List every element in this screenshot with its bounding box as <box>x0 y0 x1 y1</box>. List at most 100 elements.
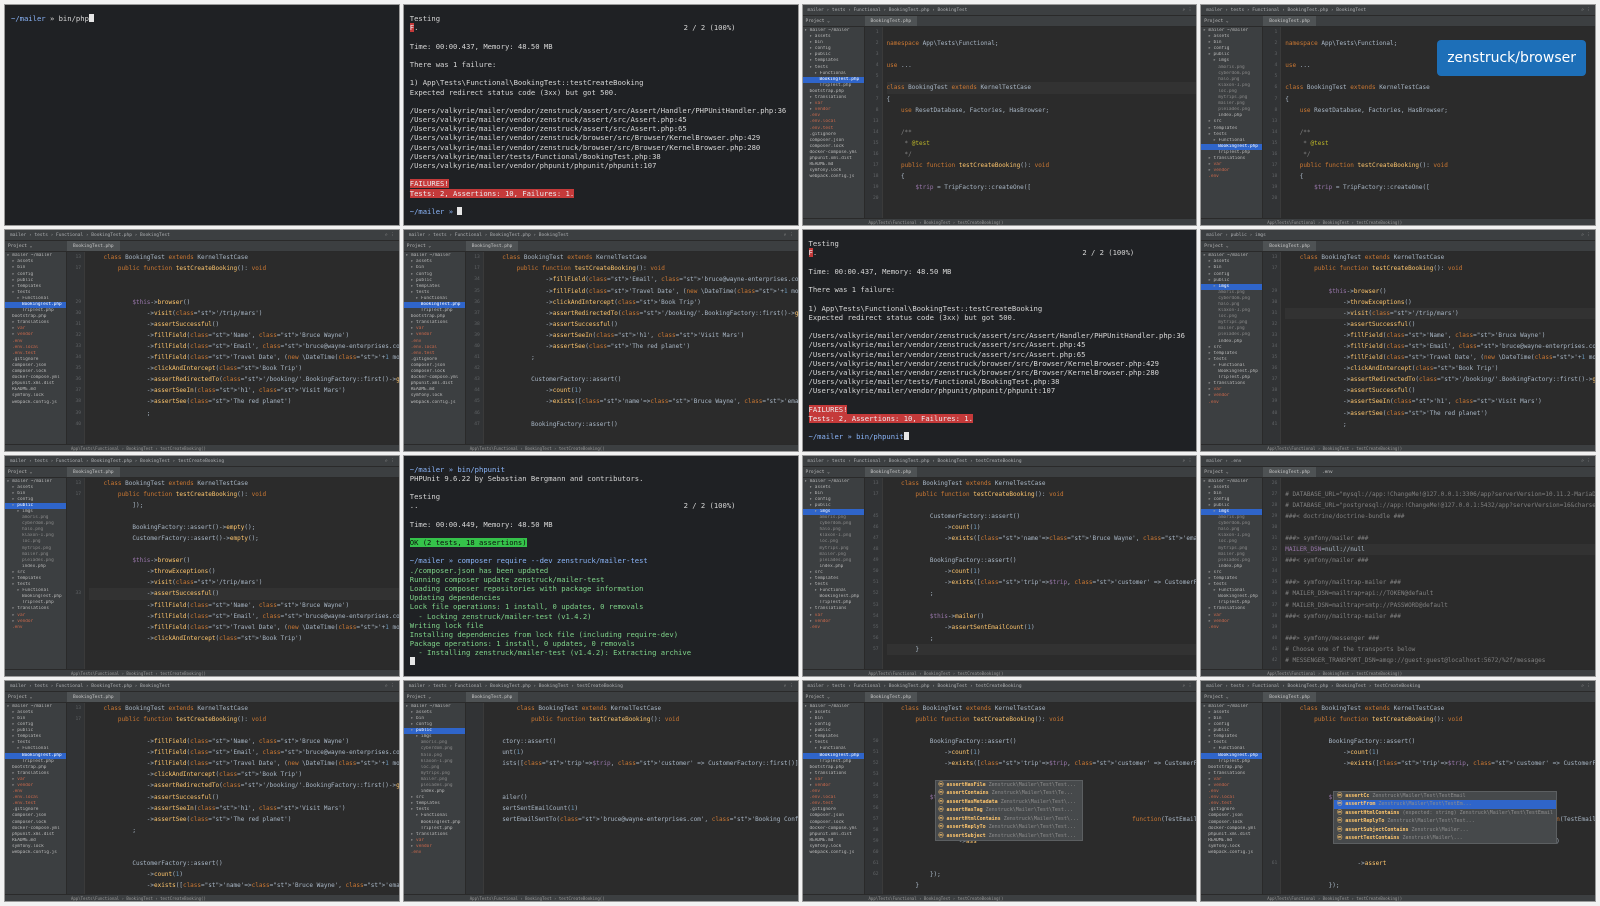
code-line: ->assertSee(class="st">'The red planet') <box>89 815 292 823</box>
video-thumbnail-10[interactable]: ~/mailer » bin/phpunit PHPUnit 9.6.22 by … <box>402 454 799 677</box>
tree-item[interactable]: .env <box>803 625 864 631</box>
tree-item[interactable]: webpack.config.js <box>5 400 66 406</box>
code-editor[interactable]: namespace App\Tests\Functional; use ... … <box>886 27 1197 218</box>
project-panel-header[interactable]: Project ⌄ <box>403 691 466 703</box>
video-thumbnail-2[interactable]: Testing F. 2 / 2 (100%) Time: 00:00.437, Me… <box>402 4 799 227</box>
autocomplete-popup[interactable]: ⓜ assertCc Zenstruck\Mailer\Test\TestEma… <box>1333 790 1557 844</box>
autocomplete-item[interactable]: ⓜ assertSubjectContains Zenstruck\Mailer… <box>1334 826 1556 835</box>
project-panel-header[interactable]: Project ⌄ <box>1201 466 1264 478</box>
autocomplete-popup[interactable]: ⓜ assertHasFile Zenstruck\Mailer\Test\Te… <box>934 779 1083 842</box>
tab-booking-test[interactable]: BookingTest.php <box>465 241 519 252</box>
search-icon[interactable]: ⌕ ⋮ <box>1581 681 1591 691</box>
line-number <box>865 725 882 736</box>
autocomplete-item[interactable]: ⓜ assertReplyTo Zenstruck\Mailer\Test\Te… <box>1334 817 1556 826</box>
tab-booking-test[interactable]: BookingTest.php <box>67 241 120 252</box>
video-thumbnail-11[interactable]: mailer › tests › Functional › BookingTes… <box>801 454 1198 677</box>
project-panel-header[interactable]: Project ⌄ <box>1201 691 1264 703</box>
video-thumbnail-3[interactable]: mailer › tests › Functional › BookingTes… <box>801 4 1198 227</box>
search-icon[interactable]: ⌕ ⋮ <box>1581 5 1591 15</box>
project-panel-header[interactable]: Project ⌄ <box>5 241 67 253</box>
tree-item-label: Functional <box>1218 362 1245 368</box>
search-icon[interactable]: ⌕ ⋮ <box>1182 5 1192 15</box>
tab-booking-test[interactable]: BookingTest.php <box>1263 16 1316 26</box>
autocomplete-item[interactable]: ⓜ assertTextContains Zenstruck\Mailer\..… <box>1334 834 1556 843</box>
autocomplete-item[interactable]: ⓜ assertReplyTo Zenstruck\Mailer\Test\Te… <box>936 823 1082 832</box>
tab-booking-test[interactable]: BookingTest.php <box>864 691 918 702</box>
autocomplete-item[interactable]: ⓜ assertFrom Zenstruck\Mailer\Test\TestE… <box>1334 800 1556 809</box>
video-thumbnail-13[interactable]: mailer › tests › Functional › BookingTes… <box>4 679 400 902</box>
code-editor[interactable]: class BookingTest extends KernelTestCase… <box>886 478 1197 669</box>
tab-booking-test[interactable]: BookingTest.php <box>465 691 519 702</box>
tree-item-label: src <box>1213 569 1222 575</box>
video-thumbnail-7[interactable]: Testing F. 2 / 2 (100%) Time: 00:00.437, Me… <box>801 229 1198 452</box>
tree-item[interactable]: .env <box>404 850 465 856</box>
search-icon[interactable]: ⌕ ⋮ <box>1581 456 1591 466</box>
tree-item[interactable]: .env <box>5 625 66 631</box>
autocomplete-item[interactable]: ⓜ assertHtmlContains Zenstruck\Mailer\Te… <box>936 815 1082 824</box>
tree-item[interactable]: .env <box>1201 174 1262 180</box>
project-panel-header[interactable]: Project ⌄ <box>403 241 466 253</box>
video-thumbnail-1[interactable]: ~/mailer » bin/php <box>4 4 400 227</box>
tab-booking-test[interactable]: BookingTest.php <box>864 466 918 477</box>
code-editor[interactable]: class BookingTest extends KernelTestCase… <box>1285 252 1595 443</box>
prompt-line[interactable]: ~/mailer » <box>410 206 792 216</box>
project-panel-header[interactable]: Project ⌄ <box>1201 16 1264 27</box>
tab-booking-test[interactable]: BookingTest.php <box>1263 691 1316 702</box>
video-thumbnail-16[interactable]: mailer › tests › Functional › BookingTes… <box>1200 679 1596 902</box>
tree-item[interactable]: webpack.config.js <box>1201 850 1262 856</box>
tree-item-label: .env <box>809 624 821 630</box>
tree-item[interactable]: .env <box>1201 625 1262 631</box>
search-icon[interactable]: ⌕ ⋮ <box>784 230 794 240</box>
code-editor[interactable]: class BookingTest extends KernelTestCase… <box>488 252 797 443</box>
tab-env[interactable]: .env <box>1316 467 1339 477</box>
autocomplete-item[interactable]: ⓜ assertCc Zenstruck\Mailer\Test\TestEma… <box>1334 792 1556 801</box>
project-panel-header[interactable]: Project ⌄ <box>5 466 67 478</box>
autocomplete-item[interactable]: ⓜ assertHtmlContains (expected: string) … <box>1334 809 1556 818</box>
video-thumbnail-4[interactable]: mailer › tests › Functional › BookingTes… <box>1200 4 1596 227</box>
tab-booking-test[interactable]: BookingTest.php <box>1263 241 1316 252</box>
tree-item[interactable]: webpack.config.js <box>803 174 864 180</box>
video-thumbnail-14[interactable]: mailer › tests › Functional › BookingTes… <box>402 679 799 902</box>
code-editor[interactable]: class BookingTest extends KernelTestCase… <box>89 478 399 669</box>
project-panel-header[interactable]: Project ⌄ <box>802 691 865 703</box>
search-icon[interactable]: ⌕ ⋮ <box>385 230 395 240</box>
project-panel-header[interactable]: Project ⌄ <box>802 16 865 27</box>
project-panel-header[interactable]: Project ⌄ <box>1201 241 1264 253</box>
tree-item-label: mailer.png <box>1218 326 1245 332</box>
autocomplete-item[interactable]: ⓜ assertHasMetadata Zenstruck\Mailer\Tes… <box>936 798 1082 807</box>
project-panel-header[interactable]: Project ⌄ <box>802 466 865 478</box>
search-icon[interactable]: ⌕ ⋮ <box>385 681 395 691</box>
tree-item[interactable]: webpack.config.js <box>404 400 465 406</box>
search-icon[interactable]: ⌕ ⋮ <box>784 681 794 691</box>
tab-booking-test[interactable]: BookingTest.php <box>864 16 918 26</box>
video-thumbnail-5[interactable]: mailer › tests › Functional › BookingTes… <box>4 229 400 452</box>
prompt-line[interactable]: ~/mailer » bin/phpunit <box>809 432 1191 441</box>
tab-booking-test[interactable]: BookingTest.php <box>1263 466 1316 477</box>
video-thumbnail-15[interactable]: mailer › tests › Functional › BookingTes… <box>801 679 1198 902</box>
tree-item-label: README.md <box>809 162 834 168</box>
search-icon[interactable]: ⌕ ⋮ <box>1581 230 1591 240</box>
search-icon[interactable]: ⌕ ⋮ <box>385 456 395 466</box>
autocomplete-item[interactable]: ⓜ assertHasTag Zenstruck\Mailer\Test\Tes… <box>936 806 1082 815</box>
code-editor[interactable]: # DATABASE_URL="mysql://app:!ChangeMe!@1… <box>1285 478 1595 669</box>
video-thumbnail-9[interactable]: mailer › tests › Functional › BookingTes… <box>4 454 400 677</box>
tree-item[interactable]: webpack.config.js <box>803 850 864 856</box>
tab-booking-test[interactable]: BookingTest.php <box>67 466 120 477</box>
video-thumbnail-6[interactable]: mailer › tests › Functional › BookingTes… <box>402 229 799 452</box>
tree-item[interactable]: webpack.config.js <box>5 850 66 856</box>
prompt-line[interactable]: ~/mailer » bin/php <box>11 14 393 23</box>
autocomplete-item[interactable]: ⓜ assertHasFile Zenstruck\Mailer\Test\Te… <box>936 781 1082 790</box>
project-panel-header[interactable]: Project ⌄ <box>5 691 67 703</box>
autocomplete-item[interactable]: ⓜ assertSubject Zenstruck\Mailer\Test\Te… <box>936 832 1082 841</box>
autocomplete-item[interactable]: ⓜ assertContains Zenstruck\Mailer\Test\T… <box>936 789 1082 798</box>
search-icon[interactable]: ⌕ ⋮ <box>1182 681 1192 691</box>
code-editor[interactable]: class BookingTest extends KernelTestCase… <box>488 703 797 894</box>
terminal-line: Testing <box>808 239 839 249</box>
code-editor[interactable]: class BookingTest extends KernelTestCase… <box>89 703 398 894</box>
tab-booking-test[interactable]: BookingTest.php <box>67 691 120 702</box>
video-thumbnail-8[interactable]: mailer › public › imgs ⌕ ⋮ Project ⌄ Bookin… <box>1200 229 1596 452</box>
video-thumbnail-12[interactable]: mailer › .env ⌕ ⋮ Project ⌄ BookingTest.php… <box>1200 454 1596 677</box>
code-editor[interactable]: class BookingTest extends KernelTestCase… <box>89 252 398 443</box>
tree-item[interactable]: .env <box>1201 400 1262 406</box>
search-icon[interactable]: ⌕ ⋮ <box>1182 456 1192 466</box>
